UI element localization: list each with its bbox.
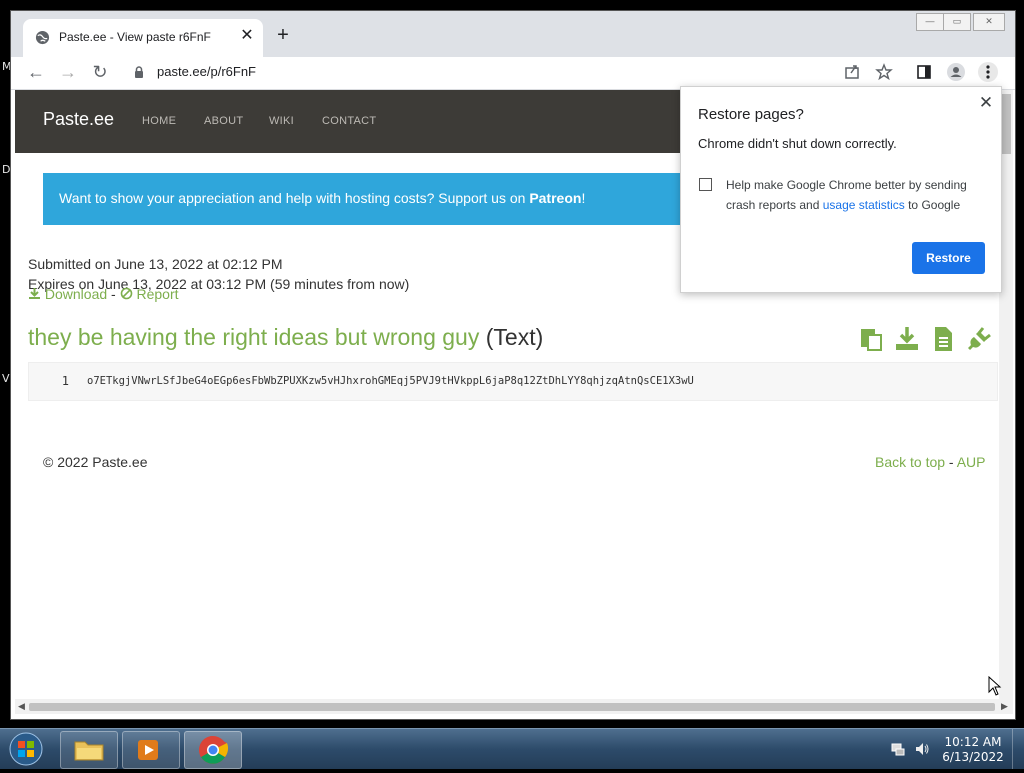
- share-icon[interactable]: [841, 61, 863, 83]
- dialog-title: Restore pages?: [698, 106, 804, 123]
- menu-icon[interactable]: [977, 61, 999, 83]
- separator: -: [945, 454, 957, 470]
- plugin-icon[interactable]: [965, 325, 993, 353]
- reload-icon[interactable]: ↻: [89, 61, 111, 83]
- close-tab-icon[interactable]: ✕: [237, 26, 257, 46]
- browser-tab[interactable]: Paste.ee - View paste r6FnF ✕: [23, 19, 263, 57]
- restore-pages-dialog: Restore pages? ✕ Chrome didn't shut down…: [680, 86, 1002, 293]
- mouse-cursor-icon: [988, 676, 1002, 696]
- horizontal-scroll-thumb[interactable]: [29, 703, 995, 711]
- new-tab-button[interactable]: +: [273, 25, 293, 45]
- lock-icon[interactable]: [132, 65, 146, 79]
- paste-title: they be having the right ideas but wrong…: [28, 324, 480, 350]
- copyright: © 2022 Paste.ee: [43, 454, 148, 470]
- vertical-scroll-thumb[interactable]: [1001, 94, 1011, 154]
- close-icon[interactable]: ✕: [976, 93, 996, 113]
- close-window-button[interactable]: ✕: [973, 13, 1005, 31]
- tab-strip: Paste.ee - View paste r6FnF ✕ + — ▭ ✕: [11, 11, 1015, 57]
- taskbar-chrome[interactable]: [184, 731, 242, 769]
- restore-button[interactable]: Restore: [912, 242, 985, 274]
- banner-text: Want to show your appreciation and help …: [59, 190, 586, 206]
- nav-wiki[interactable]: WIKI: [269, 115, 294, 127]
- taskbar-explorer[interactable]: [60, 731, 118, 769]
- system-clock[interactable]: 10:12 AM 6/13/2022: [942, 735, 1004, 765]
- code-block: 1 o7ETkgjVNwrLSfJbeG4oEGp6esFbWbZPUXKzw5…: [28, 362, 998, 401]
- report-link[interactable]: Report: [137, 286, 179, 302]
- report-icon: [120, 287, 132, 300]
- back-icon[interactable]: ←: [25, 61, 47, 83]
- patreon-banner: Want to show your appreciation and help …: [43, 173, 693, 225]
- paste-meta-links: Download - Report: [28, 286, 179, 302]
- browser-window: Paste.ee - View paste r6FnF ✕ + — ▭ ✕ ← …: [10, 10, 1016, 720]
- clock-date: 6/13/2022: [942, 750, 1004, 764]
- address-bar[interactable]: paste.ee/p/r6FnF: [126, 59, 886, 85]
- url-text: paste.ee/p/r6FnF: [157, 64, 256, 79]
- network-icon[interactable]: [890, 741, 906, 757]
- back-to-top-link[interactable]: Back to top: [875, 454, 945, 470]
- volume-icon[interactable]: [914, 741, 930, 757]
- dialog-message: Chrome didn't shut down correctly.: [698, 136, 897, 151]
- nav-home[interactable]: HOME: [142, 115, 176, 127]
- nav-contact[interactable]: CONTACT: [322, 115, 376, 127]
- copy-icon[interactable]: [857, 325, 885, 353]
- profile-icon[interactable]: [945, 61, 967, 83]
- maximize-button[interactable]: ▭: [943, 13, 971, 31]
- code-line[interactable]: o7ETkgjVNwrLSfJbeG4oEGp6esFbWbZPUXKzw5vH…: [87, 375, 694, 387]
- forward-icon[interactable]: →: [57, 61, 79, 83]
- patreon-link[interactable]: Patreon: [529, 190, 581, 206]
- show-desktop-button[interactable]: [1012, 729, 1024, 769]
- star-icon[interactable]: [873, 61, 895, 83]
- nav-about[interactable]: ABOUT: [204, 115, 243, 127]
- download-link[interactable]: Download: [45, 286, 107, 302]
- submitted-date: Submitted on June 13, 2022 at 02:12 PM: [28, 256, 283, 272]
- usage-statistics-link[interactable]: usage statistics: [823, 198, 905, 212]
- paste-heading: they be having the right ideas but wrong…: [28, 324, 543, 351]
- download-icon[interactable]: [893, 325, 921, 353]
- aup-link[interactable]: AUP: [957, 454, 986, 470]
- minimize-button[interactable]: —: [916, 13, 944, 31]
- scroll-right-icon[interactable]: ▶: [1001, 701, 1008, 712]
- paste-type: (Text): [479, 324, 544, 350]
- separator: -: [107, 286, 120, 302]
- chrome-icon: [199, 736, 229, 764]
- taskbar: 10:12 AM 6/13/2022: [0, 728, 1024, 769]
- site-logo[interactable]: Paste.ee: [43, 109, 114, 130]
- download-icon: [29, 288, 40, 299]
- horizontal-scrollbar[interactable]: ◀ ▶: [15, 699, 1013, 714]
- tab-title: Paste.ee - View paste r6FnF: [59, 30, 211, 44]
- checkbox-label: Help make Google Chrome better by sendin…: [726, 178, 967, 212]
- start-orb-icon[interactable]: [4, 731, 48, 767]
- clock-time: 10:12 AM: [944, 735, 1002, 749]
- desktop-icon-label: V: [2, 372, 10, 385]
- media-player-icon: [138, 740, 158, 760]
- usage-stats-checkbox[interactable]: [699, 178, 712, 191]
- globe-icon: [35, 30, 50, 45]
- side-panel-icon[interactable]: [913, 61, 935, 83]
- taskbar-media-player[interactable]: [122, 731, 180, 769]
- file-icon[interactable]: [929, 325, 957, 353]
- paste-actions: [857, 325, 997, 353]
- footer-links: Back to top - AUP: [875, 454, 986, 470]
- line-number: 1: [61, 374, 69, 388]
- scroll-left-icon[interactable]: ◀: [18, 701, 25, 712]
- folder-icon: [74, 741, 104, 761]
